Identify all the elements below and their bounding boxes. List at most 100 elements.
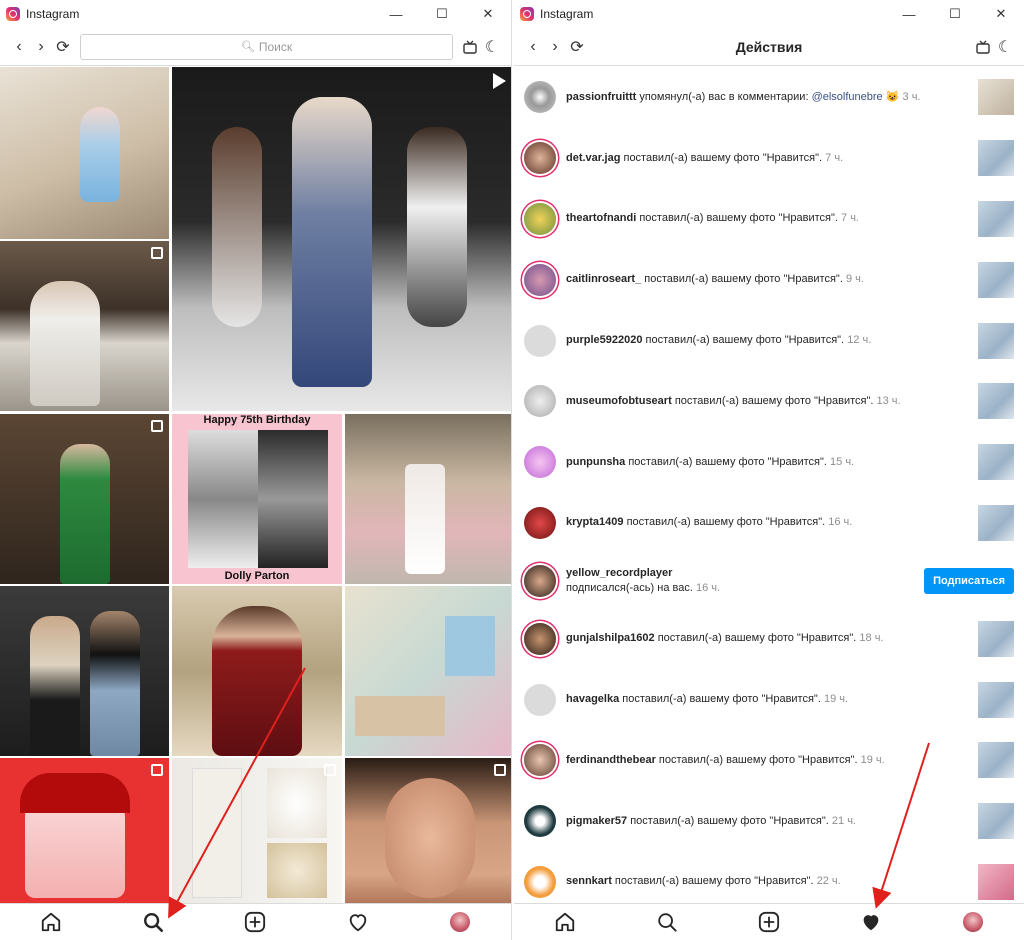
- grid-post[interactable]: [0, 758, 169, 903]
- back-icon[interactable]: ‹: [8, 36, 30, 58]
- close-icon[interactable]: ✕: [465, 0, 511, 28]
- username[interactable]: purple5922020: [566, 334, 642, 346]
- post-thumbnail[interactable]: [978, 863, 1014, 900]
- avatar[interactable]: [524, 446, 556, 479]
- window-title: Instagram: [540, 7, 594, 21]
- activity-row[interactable]: pigmaker57 поставил(-а) вашему фото "Нра…: [514, 791, 1024, 852]
- avatar[interactable]: [524, 564, 556, 597]
- username[interactable]: museumofobtuseart: [566, 395, 672, 407]
- back-icon[interactable]: ‹: [522, 36, 544, 58]
- avatar[interactable]: [524, 142, 556, 175]
- post-thumbnail[interactable]: [978, 620, 1014, 657]
- grid-post[interactable]: [0, 586, 169, 756]
- username[interactable]: gunjalshilpa1602: [566, 632, 655, 644]
- activity-row[interactable]: ferdinandthebear поставил(-а) вашему фот…: [514, 730, 1024, 791]
- search-icon[interactable]: [140, 909, 166, 935]
- home-icon[interactable]: [38, 909, 64, 935]
- avatar[interactable]: [524, 202, 556, 235]
- new-post-icon[interactable]: [242, 909, 268, 935]
- post-thumbnail[interactable]: [978, 79, 1014, 116]
- avatar[interactable]: [524, 805, 556, 838]
- activity-action: поставил(-а) вашему фото "Нравится".: [658, 753, 858, 766]
- activity-action: поставил(-а) вашему фото "Нравится".: [630, 814, 829, 827]
- tv-icon[interactable]: [972, 36, 994, 58]
- follow-button[interactable]: Подписаться: [924, 567, 1014, 594]
- moon-icon[interactable]: ☾: [994, 36, 1016, 58]
- mention-link[interactable]: @elsolfunebre: [812, 91, 883, 103]
- activity-row[interactable]: museumofobtuseart поставил(-а) вашему фо…: [514, 371, 1024, 432]
- post-thumbnail[interactable]: [978, 200, 1014, 237]
- avatar[interactable]: [524, 683, 556, 716]
- maximize-icon[interactable]: ☐: [932, 0, 978, 28]
- grid-post[interactable]: [345, 414, 511, 584]
- post-thumbnail[interactable]: [978, 444, 1014, 481]
- grid-post[interactable]: [0, 67, 169, 239]
- username[interactable]: krypta1409: [566, 516, 624, 528]
- avatar[interactable]: [524, 506, 556, 539]
- activity-row[interactable]: havagelka поставил(-а) вашему фото "Нрав…: [514, 669, 1024, 730]
- activity-row[interactable]: purple5922020 поставил(-а) вашему фото "…: [514, 310, 1024, 371]
- grid-post[interactable]: [172, 586, 342, 756]
- reload-icon[interactable]: ⟳: [566, 36, 588, 58]
- activity-row[interactable]: det.var.jag поставил(-а) вашему фото "Нр…: [514, 128, 1024, 189]
- activity-row[interactable]: sennkart поставил(-а) вашему фото "Нрави…: [514, 852, 1024, 903]
- grid-post[interactable]: Happy 75th Birthday Dolly Parton: [172, 414, 342, 584]
- activity-row[interactable]: theartofnandi поставил(-а) вашему фото "…: [514, 189, 1024, 250]
- search-icon[interactable]: [654, 909, 680, 935]
- grid-post[interactable]: [172, 758, 342, 903]
- activity-heart-icon[interactable]: [858, 909, 884, 935]
- avatar[interactable]: [524, 622, 556, 655]
- post-thumbnail[interactable]: [978, 504, 1014, 541]
- username[interactable]: yellow_recordplayer: [566, 567, 672, 579]
- username[interactable]: havagelka: [566, 693, 619, 705]
- activity-row[interactable]: yellow_recordplayer подписался(-ась) на в…: [514, 553, 1024, 608]
- profile-avatar[interactable]: [447, 909, 473, 935]
- username[interactable]: passionfruittt: [566, 91, 636, 103]
- new-post-icon[interactable]: [756, 909, 782, 935]
- post-thumbnail[interactable]: [978, 742, 1014, 779]
- username[interactable]: theartofnandi: [566, 212, 636, 224]
- username[interactable]: caitlinroseart_: [566, 273, 641, 285]
- grid-post[interactable]: [0, 241, 169, 411]
- forward-icon[interactable]: ›: [30, 36, 52, 58]
- forward-icon[interactable]: ›: [544, 36, 566, 58]
- username[interactable]: pigmaker57: [566, 815, 627, 827]
- minimize-icon[interactable]: —: [373, 0, 419, 28]
- username[interactable]: punpunsha: [566, 456, 625, 468]
- close-icon[interactable]: ✕: [978, 0, 1024, 28]
- search-input[interactable]: 🔍︎ Поиск: [80, 33, 453, 60]
- home-icon[interactable]: [552, 909, 578, 935]
- profile-avatar[interactable]: [960, 909, 986, 935]
- username[interactable]: ferdinandthebear: [566, 754, 656, 766]
- grid-post[interactable]: [0, 414, 169, 584]
- username[interactable]: sennkart: [566, 875, 612, 887]
- avatar[interactable]: [524, 263, 556, 296]
- avatar[interactable]: [524, 324, 556, 357]
- grid-post[interactable]: [345, 586, 511, 756]
- avatar[interactable]: [524, 385, 556, 418]
- avatar[interactable]: [524, 81, 556, 114]
- post-thumbnail[interactable]: [978, 803, 1014, 840]
- activity-heart-icon[interactable]: [345, 909, 371, 935]
- activity-action: поставил(-а) вашему фото "Нравится".: [657, 632, 857, 645]
- grid-post[interactable]: [345, 758, 511, 903]
- maximize-icon[interactable]: ☐: [419, 0, 465, 28]
- activity-row[interactable]: caitlinroseart_ поставил(-а) вашему фото…: [514, 249, 1024, 310]
- post-thumbnail[interactable]: [978, 261, 1014, 298]
- post-thumbnail[interactable]: [978, 322, 1014, 359]
- activity-row[interactable]: passionfruittt упомянул(-а) вас в коммен…: [514, 67, 1024, 128]
- activity-row[interactable]: punpunsha поставил(-а) вашему фото "Нрав…: [514, 432, 1024, 493]
- avatar[interactable]: [524, 865, 556, 898]
- activity-row[interactable]: gunjalshilpa1602 поставил(-а) вашему фот…: [514, 608, 1024, 669]
- activity-row[interactable]: krypta1409 поставил(-а) вашему фото "Нра…: [514, 493, 1024, 554]
- minimize-icon[interactable]: —: [886, 0, 932, 28]
- username[interactable]: det.var.jag: [566, 152, 620, 164]
- post-thumbnail[interactable]: [978, 383, 1014, 420]
- grid-post[interactable]: [172, 67, 511, 411]
- avatar[interactable]: [524, 744, 556, 777]
- post-thumbnail[interactable]: [978, 681, 1014, 718]
- moon-icon[interactable]: ☾: [481, 36, 503, 58]
- reload-icon[interactable]: ⟳: [52, 36, 74, 58]
- post-thumbnail[interactable]: [978, 140, 1014, 177]
- tv-icon[interactable]: [459, 36, 481, 58]
